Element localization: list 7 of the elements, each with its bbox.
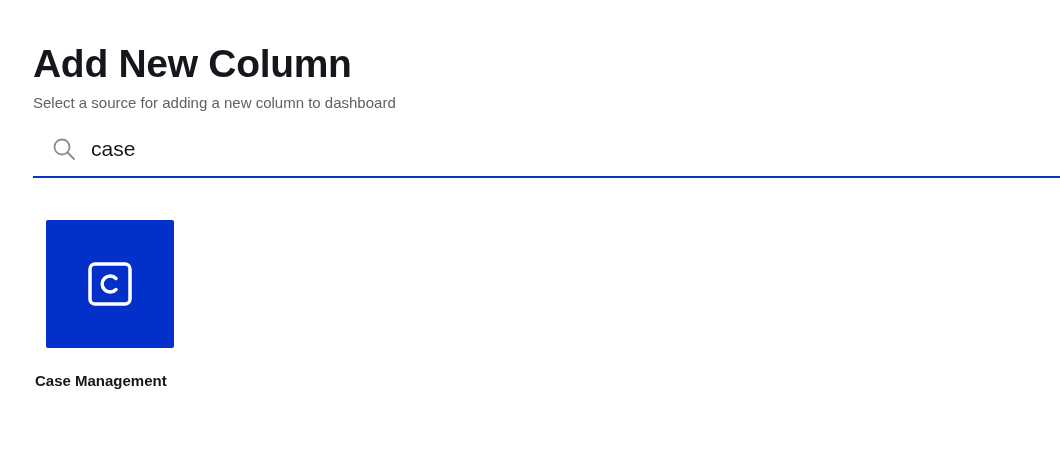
source-tile[interactable]	[46, 220, 174, 348]
page-title: Add New Column	[33, 41, 353, 87]
page-subtitle: Select a source for adding a new column to dashboard	[33, 93, 397, 113]
source-label: Case Management	[35, 372, 167, 389]
search-field[interactable]: case	[91, 137, 1060, 161]
square-c-icon	[88, 262, 132, 306]
search-icon	[53, 138, 75, 160]
